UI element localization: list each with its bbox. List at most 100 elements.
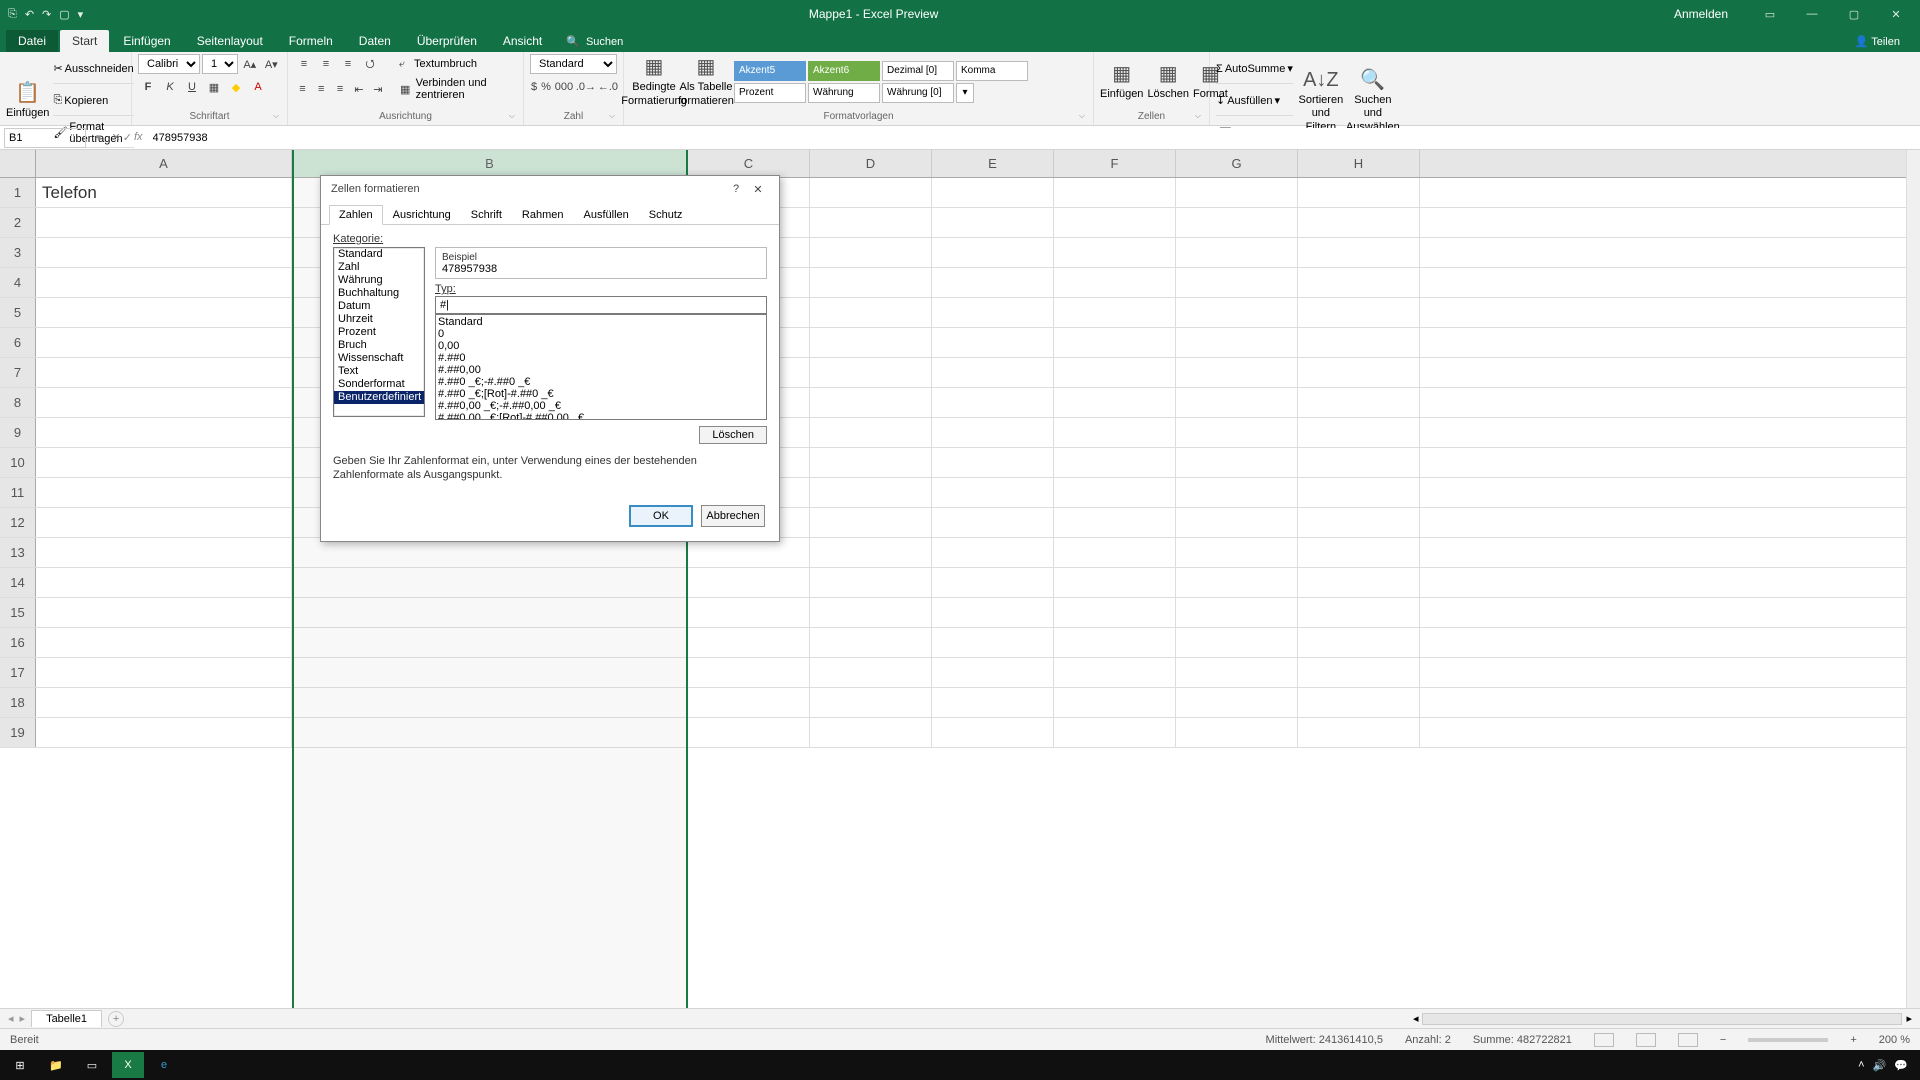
- style-akzent6[interactable]: Akzent6: [808, 61, 880, 81]
- taskbar-edge-icon[interactable]: e: [148, 1052, 180, 1078]
- indent-dec-icon[interactable]: ⇤: [351, 79, 368, 99]
- cell[interactable]: [810, 478, 932, 507]
- cell[interactable]: [1054, 388, 1176, 417]
- cell[interactable]: [1298, 328, 1420, 357]
- cell[interactable]: [36, 298, 292, 327]
- cell[interactable]: [1176, 658, 1298, 687]
- dialog-help-icon[interactable]: ?: [725, 183, 747, 195]
- col-header-B[interactable]: B: [292, 150, 688, 177]
- format-item[interactable]: 0: [438, 328, 764, 340]
- cell[interactable]: [1298, 238, 1420, 267]
- select-all-corner[interactable]: [0, 150, 36, 177]
- cell[interactable]: [1298, 268, 1420, 297]
- cell[interactable]: [292, 598, 688, 627]
- add-sheet-button[interactable]: +: [108, 1011, 124, 1027]
- cell[interactable]: [688, 628, 810, 657]
- cell[interactable]: [1054, 208, 1176, 237]
- style-waehrung0[interactable]: Währung [0]: [882, 83, 954, 103]
- cell[interactable]: [1176, 598, 1298, 627]
- cell[interactable]: [36, 628, 292, 657]
- style-dezimal[interactable]: Dezimal [0]: [882, 61, 954, 81]
- cell[interactable]: [688, 568, 810, 597]
- cell[interactable]: [1054, 178, 1176, 207]
- dialog-tab[interactable]: Ausfüllen: [574, 205, 639, 225]
- close-icon[interactable]: ✕: [1876, 8, 1916, 21]
- cell[interactable]: [1298, 508, 1420, 537]
- category-item[interactable]: Text: [334, 365, 424, 378]
- cell[interactable]: [292, 688, 688, 717]
- category-item[interactable]: Prozent: [334, 326, 424, 339]
- cell[interactable]: [932, 358, 1054, 387]
- row-header[interactable]: 15: [0, 598, 36, 627]
- format-table-button[interactable]: ▦Als Tabelle formatieren: [682, 55, 730, 107]
- cell[interactable]: [688, 718, 810, 747]
- row-header[interactable]: 18: [0, 688, 36, 717]
- cell[interactable]: [810, 598, 932, 627]
- category-item[interactable]: Benutzerdefiniert: [334, 391, 424, 404]
- col-header-H[interactable]: H: [1298, 150, 1420, 177]
- row-header[interactable]: 17: [0, 658, 36, 687]
- align-left-icon[interactable]: ≡: [294, 79, 311, 99]
- tab-data[interactable]: Daten: [347, 30, 403, 52]
- cell[interactable]: [1176, 238, 1298, 267]
- format-item[interactable]: 0,00: [438, 340, 764, 352]
- cell[interactable]: [688, 688, 810, 717]
- hscroll-left-icon[interactable]: ◂: [1413, 1012, 1419, 1025]
- row-header[interactable]: 2: [0, 208, 36, 237]
- tab-file[interactable]: Datei: [6, 30, 58, 52]
- enter-formula-icon[interactable]: ✓: [123, 131, 132, 144]
- cell[interactable]: [1176, 688, 1298, 717]
- copy-button[interactable]: ⎘ Kopieren: [53, 86, 133, 116]
- worksheet[interactable]: A B C D E F G H 1Telefon2345678910111213…: [0, 150, 1920, 1008]
- qat-camera-icon[interactable]: ▢: [59, 8, 69, 21]
- cell[interactable]: [1176, 178, 1298, 207]
- dialog-tab[interactable]: Ausrichtung: [383, 205, 461, 225]
- dialog-tab[interactable]: Schutz: [639, 205, 693, 225]
- grow-font-icon[interactable]: A▴: [240, 54, 260, 74]
- col-header-D[interactable]: D: [810, 150, 932, 177]
- row-header[interactable]: 16: [0, 628, 36, 657]
- cell[interactable]: [36, 388, 292, 417]
- cell[interactable]: [1054, 568, 1176, 597]
- align-center-icon[interactable]: ≡: [313, 79, 330, 99]
- row-header[interactable]: 14: [0, 568, 36, 597]
- cell[interactable]: [1176, 448, 1298, 477]
- cell[interactable]: [1176, 478, 1298, 507]
- cell[interactable]: [688, 538, 810, 567]
- cell[interactable]: [1298, 598, 1420, 627]
- tab-insert[interactable]: Einfügen: [111, 30, 182, 52]
- cell[interactable]: [292, 628, 688, 657]
- cell[interactable]: [1054, 238, 1176, 267]
- row-header[interactable]: 4: [0, 268, 36, 297]
- cell[interactable]: [810, 298, 932, 327]
- cell[interactable]: [1298, 448, 1420, 477]
- orient-icon[interactable]: ⭯: [360, 54, 380, 74]
- sort-filter-button[interactable]: A↓ZSortieren und Filtern: [1297, 68, 1345, 134]
- view-normal-icon[interactable]: [1594, 1033, 1614, 1047]
- taskbar-explorer-icon[interactable]: 📁: [40, 1052, 72, 1078]
- zoom-in-icon[interactable]: +: [1850, 1034, 1856, 1046]
- fill-color-button[interactable]: ◆: [226, 77, 246, 97]
- dialog-tab[interactable]: Zahlen: [329, 205, 383, 225]
- cell[interactable]: [810, 718, 932, 747]
- row-header[interactable]: 12: [0, 508, 36, 537]
- cell[interactable]: [932, 718, 1054, 747]
- row-header[interactable]: 3: [0, 238, 36, 267]
- align-top-icon[interactable]: ≡: [294, 54, 314, 74]
- insert-cells-button[interactable]: ▦Einfügen: [1100, 62, 1143, 101]
- cell[interactable]: [932, 448, 1054, 477]
- horizontal-scrollbar[interactable]: [1422, 1013, 1902, 1025]
- cell[interactable]: [36, 568, 292, 597]
- cell[interactable]: [292, 658, 688, 687]
- cell[interactable]: [932, 178, 1054, 207]
- align-bot-icon[interactable]: ≡: [338, 54, 358, 74]
- cancel-formula-icon[interactable]: ✕: [112, 131, 121, 144]
- ok-button[interactable]: OK: [629, 505, 693, 527]
- cell[interactable]: [36, 238, 292, 267]
- bold-button[interactable]: F: [138, 77, 158, 97]
- cell[interactable]: [36, 688, 292, 717]
- cell[interactable]: [1298, 208, 1420, 237]
- col-header-E[interactable]: E: [932, 150, 1054, 177]
- cell[interactable]: [1054, 508, 1176, 537]
- cell[interactable]: [1298, 628, 1420, 657]
